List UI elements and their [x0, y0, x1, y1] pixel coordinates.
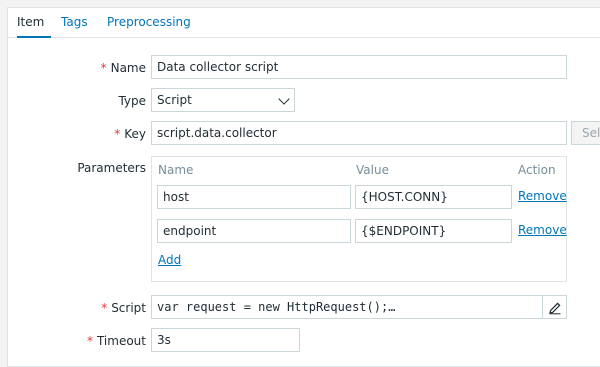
type-select-value: Script [157, 93, 192, 107]
script-field[interactable]: var request = new HttpRequest();… [151, 295, 567, 319]
tab-tags[interactable]: Tags [61, 8, 88, 38]
parameters-header-name: Name [158, 163, 194, 177]
required-marker: * [86, 334, 93, 348]
tab-preprocessing[interactable]: Preprocessing [107, 8, 191, 38]
tab-bar: Item Tags Preprocessing [8, 8, 600, 38]
pencil-icon[interactable] [542, 296, 566, 318]
key-input[interactable]: script.data.collector [151, 121, 567, 145]
timeout-input[interactable]: 3s [151, 328, 300, 352]
item-form-panel: Item Tags Preprocessing * Name Data colle… [7, 7, 600, 367]
script-preview: var request = new HttpRequest();… [157, 300, 396, 314]
parameters-header-action: Action [518, 163, 556, 177]
parameter-remove-link[interactable]: Remove [518, 189, 567, 203]
add-parameter-link[interactable]: Add [158, 253, 181, 267]
required-marker: * [101, 301, 108, 315]
timeout-label: * Timeout [86, 334, 146, 348]
type-label: Type [118, 94, 146, 108]
required-marker: * [100, 61, 107, 75]
parameter-name-input[interactable]: endpoint [157, 219, 351, 243]
required-marker: * [114, 127, 121, 141]
parameter-name-input[interactable]: host [157, 185, 351, 209]
parameters-label: Parameters [77, 161, 146, 175]
parameters-table: Name Value Action host {HOST.CONN} Remov… [151, 156, 567, 282]
key-label: * Key [114, 127, 146, 141]
name-input[interactable]: Data collector script [151, 55, 567, 79]
key-select-button[interactable]: Select [571, 121, 600, 145]
parameter-value-input[interactable]: {$ENDPOINT} [355, 219, 512, 243]
script-label: * Script [101, 301, 146, 315]
parameter-remove-link[interactable]: Remove [518, 223, 567, 237]
name-label: * Name [100, 61, 146, 75]
tab-item[interactable]: Item [17, 8, 51, 38]
parameters-header-value: Value [356, 163, 389, 177]
chevron-down-icon [278, 93, 290, 105]
parameter-value-input[interactable]: {HOST.CONN} [355, 185, 512, 209]
type-select[interactable]: Script [151, 88, 295, 112]
